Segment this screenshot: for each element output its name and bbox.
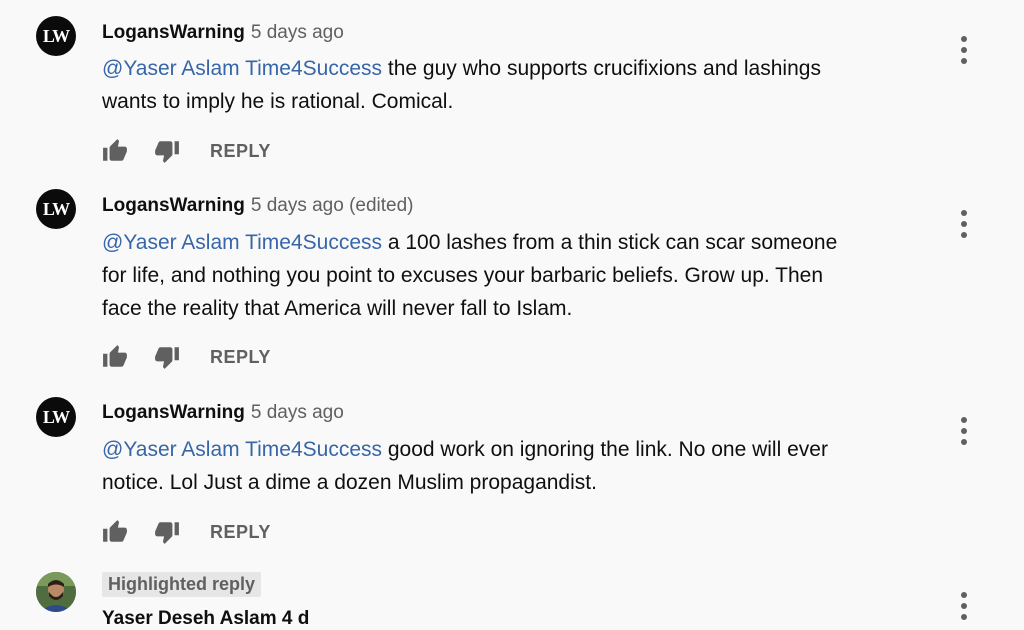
reply-button[interactable]: REPLY [210, 141, 271, 162]
mention-link[interactable]: @Yaser Aslam Time4Success [102, 57, 382, 80]
avatar[interactable]: LW [36, 16, 76, 56]
reply-button[interactable]: REPLY [210, 347, 271, 368]
reply-button[interactable]: REPLY [210, 522, 271, 543]
mention-link[interactable]: @Yaser Aslam Time4Success [102, 438, 382, 461]
comment-text-line1: good work on ignoring the link. No one w… [382, 438, 828, 461]
comment-header: LogansWarning 5 days ago [102, 22, 344, 44]
comment-header: LogansWarning 5 days ago (edited) [102, 195, 414, 217]
comment-text-line2: wants to imply he is rational. Comical. [102, 90, 454, 113]
more-vert-icon[interactable] [956, 592, 972, 622]
comment-text: @Yaser Aslam Time4Success a 100 lashes f… [102, 226, 922, 325]
thumb-down-icon[interactable] [154, 344, 180, 370]
comment-actions: REPLY [102, 136, 271, 166]
author-name[interactable]: Yaser Deseh Aslam 4 d [102, 608, 309, 630]
comment-time[interactable]: 5 days ago [251, 402, 344, 423]
thumb-up-icon[interactable] [102, 344, 128, 370]
more-vert-icon[interactable] [956, 36, 972, 66]
thumb-down-icon[interactable] [154, 138, 180, 164]
comment-time[interactable]: 5 days ago (edited) [251, 195, 414, 216]
comment-text: @Yaser Aslam Time4Success the guy who su… [102, 52, 922, 118]
more-vert-icon[interactable] [956, 210, 972, 240]
thumb-up-icon[interactable] [102, 138, 128, 164]
author-name[interactable]: LogansWarning [102, 402, 245, 423]
highlighted-reply-badge: Highlighted reply [102, 572, 262, 597]
avatar[interactable]: LW [36, 397, 76, 437]
author-name[interactable]: LogansWarning [102, 195, 245, 216]
comment-text: @Yaser Aslam Time4Success good work on i… [102, 433, 922, 499]
more-vert-icon[interactable] [956, 417, 972, 447]
comment-text-line3: face the reality that America will never… [102, 297, 573, 320]
author-name[interactable]: LogansWarning [102, 22, 245, 43]
avatar[interactable] [36, 572, 76, 612]
comment-actions: REPLY [102, 517, 271, 547]
comment-text-line1: a 100 lashes from a thin stick can scar … [382, 231, 838, 254]
comment-text-line2: notice. Lol Just a dime a dozen Muslim p… [102, 471, 597, 494]
comment-text-line1: the guy who supports crucifixions and la… [382, 57, 821, 80]
comment-time[interactable]: 5 days ago [251, 22, 344, 43]
avatar[interactable]: LW [36, 189, 76, 229]
comment-actions: REPLY [102, 342, 271, 372]
comment-text-line2: for life, and nothing you point to excus… [102, 264, 824, 287]
thumb-down-icon[interactable] [154, 519, 180, 545]
comment-header: LogansWarning 5 days ago [102, 402, 344, 424]
mention-link[interactable]: @Yaser Aslam Time4Success [102, 231, 382, 254]
thumb-up-icon[interactable] [102, 519, 128, 545]
profile-photo-icon [36, 572, 76, 612]
